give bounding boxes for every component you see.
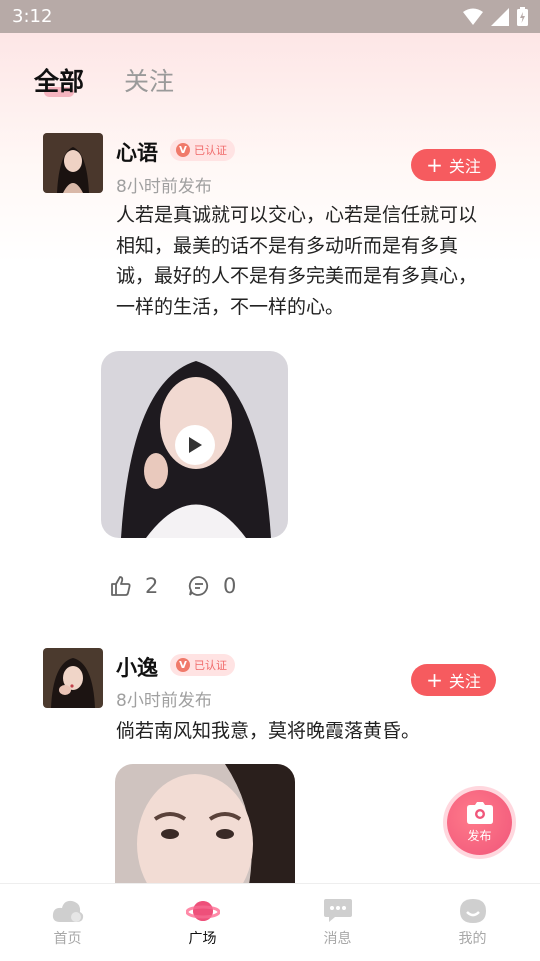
play-icon xyxy=(188,436,202,453)
status-time: 3:12 xyxy=(12,6,53,27)
bottom-nav: 首页 广场 消息 我的 xyxy=(0,883,540,961)
home-cloud-icon xyxy=(52,900,83,922)
nav-square-label: 广场 xyxy=(188,930,217,947)
camera-icon xyxy=(466,801,493,824)
tab-all-label: 全部 xyxy=(34,67,85,96)
profile-icon xyxy=(459,898,486,923)
message-icon xyxy=(323,898,352,922)
publish-fab-label: 发布 xyxy=(467,828,492,843)
plus-icon: + xyxy=(426,153,443,177)
avatar[interactable] xyxy=(43,648,103,708)
battery-icon xyxy=(517,7,528,26)
verified-badge: V 已认证 xyxy=(170,654,235,676)
avatar[interactable] xyxy=(43,133,103,193)
follow-button[interactable]: + 关注 xyxy=(411,149,496,181)
like-action[interactable]: 2 xyxy=(109,574,158,598)
follow-button-label: 关注 xyxy=(448,157,481,176)
verified-badge-label: 已认证 xyxy=(194,144,227,157)
tab-following-label: 关注 xyxy=(124,67,175,96)
play-button[interactable] xyxy=(174,424,215,465)
feed-tabs: 全部 关注 xyxy=(34,62,174,98)
tab-following[interactable]: 关注 xyxy=(124,62,174,98)
tab-all[interactable]: 全部 xyxy=(34,62,84,98)
verified-icon: V xyxy=(176,658,190,672)
comment-action[interactable]: 0 xyxy=(187,574,236,598)
nav-messages-label: 消息 xyxy=(323,930,352,947)
follow-button-label: 关注 xyxy=(448,672,481,691)
username[interactable]: 小逸 xyxy=(116,652,158,682)
nav-square[interactable]: 广场 xyxy=(135,884,270,961)
post-content: 倘若南风知我意，莫将晚霞落黄昏。 xyxy=(116,720,421,742)
follow-button[interactable]: + 关注 xyxy=(411,664,496,696)
like-count: 2 xyxy=(145,574,159,598)
verified-icon: V xyxy=(176,143,190,157)
verified-badge: V 已认证 xyxy=(170,139,235,161)
post-time: 8小时前发布 xyxy=(116,691,212,711)
post-time: 8小时前发布 xyxy=(116,177,212,197)
video-thumbnail[interactable] xyxy=(101,351,288,538)
wifi-icon xyxy=(463,8,483,25)
nav-messages[interactable]: 消息 xyxy=(270,884,405,961)
status-icons xyxy=(463,7,528,26)
username[interactable]: 心语 xyxy=(116,137,158,167)
nav-home-label: 首页 xyxy=(53,930,82,947)
comment-count: 0 xyxy=(223,574,237,598)
planet-icon xyxy=(185,900,220,921)
nav-home[interactable]: 首页 xyxy=(0,884,135,961)
comment-icon xyxy=(188,576,209,596)
verified-badge-label: 已认证 xyxy=(194,659,227,672)
signal-icon xyxy=(491,7,509,26)
nav-profile-label: 我的 xyxy=(458,930,487,947)
publish-fab[interactable]: 发布 xyxy=(447,790,512,855)
thumbs-up-icon xyxy=(111,576,131,596)
status-bar: 3:12 xyxy=(0,0,540,33)
plus-icon: + xyxy=(426,668,443,692)
post-content: 人若是真诚就可以交心，心若是信任就可以相知，最美的话不是有多动听而是有多真诚，最… xyxy=(116,204,478,318)
nav-profile[interactable]: 我的 xyxy=(405,884,540,961)
